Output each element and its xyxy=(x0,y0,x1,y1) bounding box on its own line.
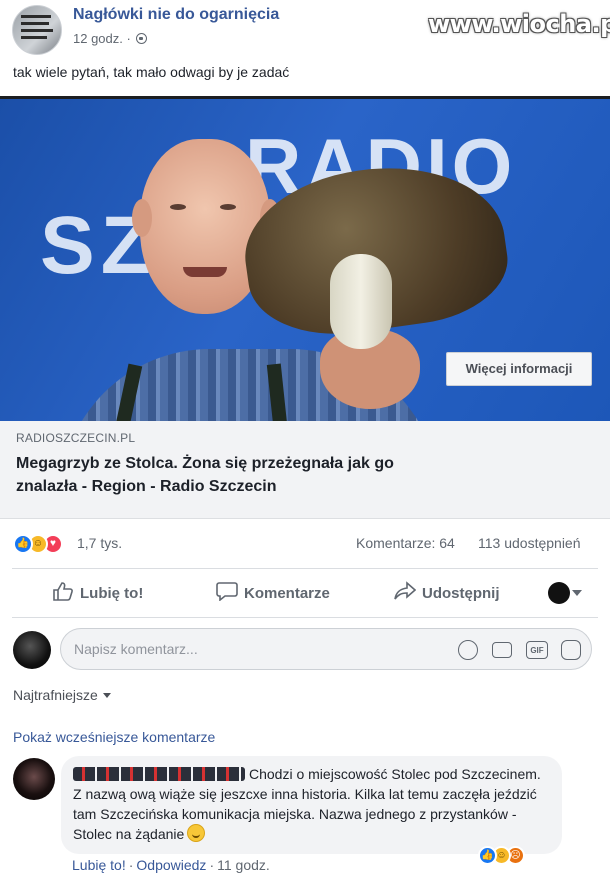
speech-bubble-icon xyxy=(216,582,238,601)
page-avatar[interactable] xyxy=(12,5,62,55)
link-domain: RADIOSZCZECIN.PL xyxy=(16,431,136,445)
comment-reactions[interactable]: 👍 ☺ ☹ xyxy=(478,846,530,868)
share-button[interactable]: Udostępnij xyxy=(394,581,500,602)
viewer-avatar[interactable] xyxy=(13,631,51,669)
comment-input[interactable] xyxy=(60,628,592,670)
separator: · xyxy=(128,857,134,873)
sticker-icon[interactable] xyxy=(561,640,581,660)
person-eye-right xyxy=(220,204,236,210)
comment-like-link[interactable]: Lubię to! xyxy=(72,857,126,873)
meta-separator: · xyxy=(126,31,131,46)
comment-button[interactable]: Komentarze xyxy=(216,581,330,602)
gif-icon[interactable]: GIF xyxy=(526,641,548,659)
comment-count[interactable]: Komentarze: 64 xyxy=(356,535,455,551)
more-info-button[interactable]: Więcej informacji xyxy=(446,352,592,386)
comment-time[interactable]: 11 godz. xyxy=(217,857,270,873)
previous-comments-link[interactable]: Pokaż wcześniejsze komentarze xyxy=(13,729,215,745)
post-stats: 👍 ☺ ♥ 1,7 tys. Komentarze: 64 113 udostę… xyxy=(0,528,610,558)
post-text: tak wiele pytań, tak mało odwagi by je z… xyxy=(13,64,290,80)
like-reaction-icon: 👍 xyxy=(478,846,497,865)
like-reaction-icon: 👍 xyxy=(13,534,33,554)
share-count[interactable]: 113 udostępnień xyxy=(478,535,581,551)
globe-icon xyxy=(136,33,148,44)
commenter-name-redacted[interactable] xyxy=(73,767,245,781)
comment-actions: Lubię to! · Odpowiedz · 11 godz. xyxy=(72,857,270,873)
separator: · xyxy=(209,857,215,873)
viewer-avatar-small[interactable] xyxy=(548,582,570,604)
share-label: Udostępnij xyxy=(422,585,500,602)
divider xyxy=(12,617,598,618)
comment-bubble: Chodzi o miejscowość Stolec pod Szczecin… xyxy=(61,756,562,854)
camera-icon[interactable] xyxy=(492,642,512,658)
divider xyxy=(12,568,598,569)
like-button[interactable]: Lubię to! xyxy=(52,581,143,602)
emoji-icon[interactable] xyxy=(458,640,478,660)
post-header: Nagłówki nie do ogarnięcia 12 godz. · ww… xyxy=(0,0,610,62)
commenter-avatar[interactable] xyxy=(13,758,55,800)
post-meta: 12 godz. · xyxy=(73,31,148,46)
thumbs-up-icon xyxy=(53,582,73,601)
link-info[interactable]: RADIOSZCZECIN.PL Megagrzyb ze Stolca. Żo… xyxy=(0,421,610,519)
mushroom-stem xyxy=(330,254,392,349)
comment: Chodzi o miejscowość Stolec pod Szczecin… xyxy=(0,754,610,889)
watermark: www.wiocha.pl xyxy=(428,10,610,38)
link-title[interactable]: Megagrzyb ze Stolca. Żona się przeżegnał… xyxy=(16,452,426,498)
person-ear-left xyxy=(132,199,152,237)
comment-reply-link[interactable]: Odpowiedz xyxy=(136,857,206,873)
smile-emoji-icon xyxy=(187,824,206,842)
comment-label: Komentarze xyxy=(244,585,330,602)
post-time[interactable]: 12 godz. xyxy=(73,31,123,46)
page-name[interactable]: Nagłówki nie do ogarnięcia xyxy=(73,6,279,24)
person-eye-left xyxy=(170,204,186,210)
link-preview-card[interactable]: RADIO SZCZECIN RADIOSZCZECIN.PL Megagrzy… xyxy=(0,96,610,519)
reaction-icons[interactable]: 👍 ☺ ♥ xyxy=(13,534,73,554)
action-bar: Lubię to! Komentarze Udostępnij xyxy=(0,570,610,614)
chevron-down-icon[interactable] xyxy=(572,590,582,596)
comment-composer: GIF xyxy=(0,626,610,676)
share-arrow-icon xyxy=(394,581,416,600)
reaction-count[interactable]: 1,7 tys. xyxy=(77,535,122,551)
like-label: Lubię to! xyxy=(80,585,144,602)
sort-label: Najtrafniejsze xyxy=(13,687,98,703)
person-mouth xyxy=(183,267,227,277)
caret-down-icon xyxy=(102,693,111,698)
comment-sort-selector[interactable]: Najtrafniejsze xyxy=(13,687,111,703)
